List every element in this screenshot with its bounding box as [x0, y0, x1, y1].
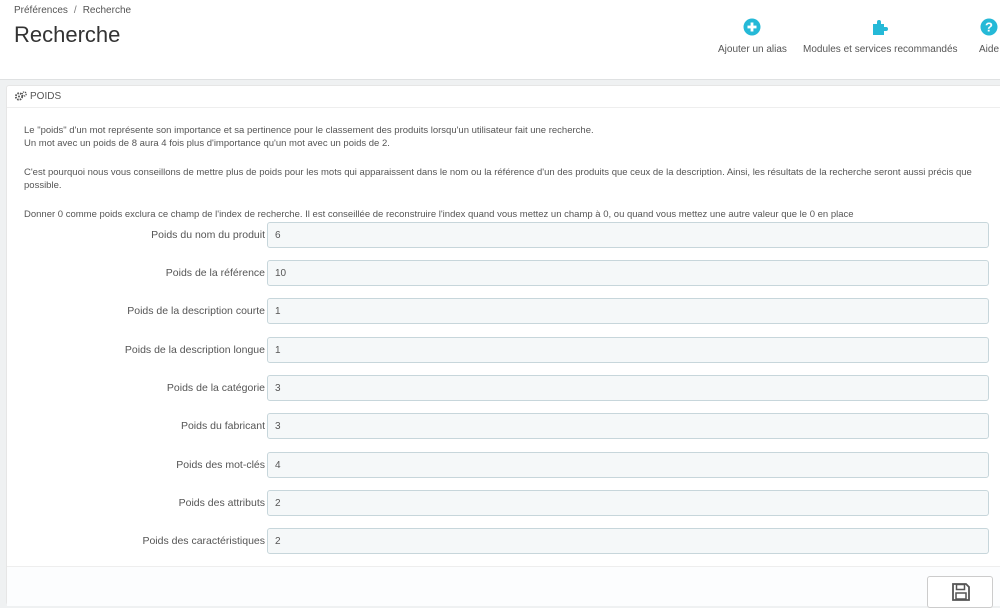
short-description-weight-input[interactable]: [267, 298, 989, 324]
add-alias-label: Ajouter un alias: [718, 44, 787, 55]
info-paragraph: C'est pourquoi nous vous conseillons de …: [24, 167, 972, 191]
field-label: Poids de la référence: [165, 267, 265, 279]
field-label: Poids de la description courte: [127, 305, 265, 317]
info-paragraph: Le "poids" d'un mot représente son impor…: [24, 125, 984, 150]
help-button[interactable]: ? Aide: [979, 18, 999, 55]
add-alias-button[interactable]: Ajouter un alias: [718, 18, 787, 55]
panel-heading: POIDS: [7, 86, 1000, 108]
svg-text:?: ?: [985, 20, 993, 35]
weights-panel: POIDS Le "poids" d'un mot représente son…: [6, 85, 1000, 608]
field-label: Poids du nom du produit: [151, 229, 265, 241]
form-row-manufacturer: Poids du fabricant: [7, 413, 1000, 439]
page-title: Recherche: [14, 22, 121, 47]
manufacturer-weight-input[interactable]: [267, 413, 989, 439]
breadcrumb: Préférences / Recherche: [14, 5, 131, 16]
info-paragraph: Donner 0 comme poids exclura ce champ de…: [24, 209, 854, 220]
recommended-modules-button[interactable]: Modules et services recommandés: [803, 18, 958, 55]
help-label: Aide: [979, 44, 1000, 55]
form-row-reference: Poids de la référence: [7, 260, 1000, 286]
puzzle-icon: [873, 20, 889, 35]
long-description-weight-input[interactable]: [267, 337, 989, 363]
panel-footer: [7, 566, 1000, 608]
form-row-product-name: Poids du nom du produit: [7, 222, 1000, 248]
reference-weight-input[interactable]: [267, 260, 989, 286]
attributes-weight-input[interactable]: [267, 490, 989, 516]
field-label: Poids du fabricant: [180, 420, 265, 432]
category-weight-input[interactable]: [267, 375, 989, 401]
product-name-weight-input[interactable]: [267, 222, 989, 248]
recommended-modules-label: Modules et services recommandés: [803, 44, 958, 55]
form-row-attributes: Poids des attributs: [7, 490, 1000, 516]
form-row-category: Poids de la catégorie: [7, 375, 1000, 401]
save-button[interactable]: [927, 576, 993, 608]
cogs-icon: [15, 91, 27, 101]
form-row-long-description: Poids de la description longue: [7, 337, 1000, 363]
breadcrumb-parent[interactable]: Préférences: [14, 5, 68, 16]
field-label: Poids des mot-clés: [176, 459, 265, 471]
breadcrumb-current: Recherche: [82, 5, 132, 16]
page-header: Préférences / Recherche Recherche Ajouter …: [0, 0, 1000, 80]
features-weight-input[interactable]: [267, 528, 989, 554]
field-label: Poids de la description longue: [124, 344, 265, 356]
plus-circle-icon: [743, 18, 761, 36]
form-row-short-description: Poids de la description courte: [7, 298, 1000, 324]
field-label: Poids des caractéristiques: [142, 535, 265, 547]
form-row-keywords: Poids des mot-clés: [7, 452, 1000, 478]
info-line: Le "poids" d'un mot représente son impor…: [24, 125, 594, 136]
floppy-disk-icon: [952, 583, 970, 601]
keywords-weight-input[interactable]: [267, 452, 989, 478]
panel-title: POIDS: [30, 91, 62, 102]
breadcrumb-separator: /: [73, 5, 77, 16]
field-label: Poids de la catégorie: [166, 382, 265, 394]
form-row-features: Poids des caractéristiques: [7, 528, 1000, 554]
question-circle-icon: ?: [980, 18, 998, 36]
field-label: Poids des attributs: [178, 497, 265, 509]
info-line: Un mot avec un poids de 8 aura 4 fois pl…: [24, 137, 390, 149]
